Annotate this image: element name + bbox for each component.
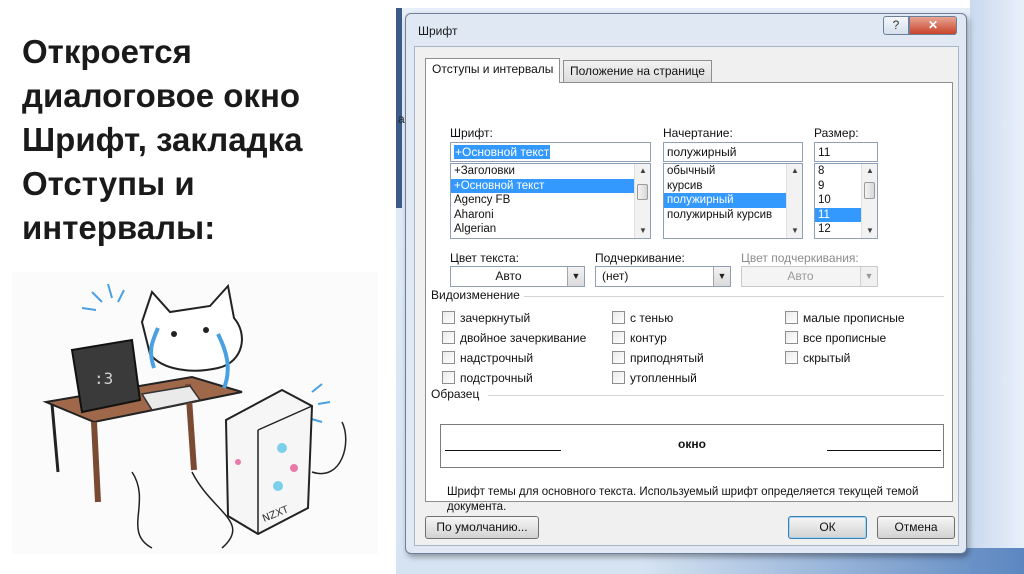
style-label: Начертание: xyxy=(663,126,733,140)
sample-title: Образец xyxy=(431,387,480,401)
small-caps-label[interactable]: малые прописные xyxy=(803,311,905,325)
style-list-item[interactable]: полужирный курсив xyxy=(664,208,802,223)
underline-color-dropdown[interactable]: Авто ▼ xyxy=(741,266,878,287)
scroll-up-icon[interactable]: ▲ xyxy=(862,164,877,178)
style-list-item-selected[interactable]: полужирный xyxy=(664,193,802,208)
scroll-down-icon[interactable]: ▼ xyxy=(862,224,877,238)
hidden-label[interactable]: скрытый xyxy=(803,351,850,365)
underline-label: Подчеркивание: xyxy=(595,251,685,265)
font-field-value: +Основной текст xyxy=(454,145,551,159)
font-label: Шрифт: xyxy=(450,126,493,140)
scroll-down-icon[interactable]: ▼ xyxy=(635,224,650,238)
font-list-item[interactable]: Aharoni xyxy=(451,208,650,223)
double-strikethrough-checkbox[interactable] xyxy=(442,331,455,344)
chevron-down-icon[interactable]: ▼ xyxy=(567,267,584,286)
superscript-label[interactable]: надстрочный xyxy=(460,351,533,365)
background-window-edge xyxy=(396,8,402,208)
background-slide-decoration xyxy=(970,0,1024,574)
slide-caption: Откроется диалоговое окно Шрифт, закладк… xyxy=(22,30,352,250)
all-caps-checkbox[interactable] xyxy=(785,331,798,344)
cat-computer-drawing: :3 NZXT xyxy=(42,283,347,549)
scroll-up-icon[interactable]: ▲ xyxy=(635,164,650,178)
chevron-down-icon[interactable]: ▼ xyxy=(713,267,730,286)
set-default-button[interactable]: По умолчанию... xyxy=(425,516,539,539)
strikethrough-label[interactable]: зачеркнутый xyxy=(460,311,530,325)
font-list-scrollbar[interactable]: ▲ ▼ xyxy=(634,164,650,238)
slide-caption-line: диалоговое окно xyxy=(22,77,301,114)
shadow-checkbox[interactable] xyxy=(612,311,625,324)
style-list-item[interactable]: обычный xyxy=(664,164,802,179)
outline-checkbox[interactable] xyxy=(612,331,625,344)
superscript-checkbox[interactable] xyxy=(442,351,455,364)
theme-font-note: Шрифт темы для основного текста. Использ… xyxy=(447,486,919,513)
style-list-item[interactable]: курсив xyxy=(664,179,802,194)
font-list-item[interactable]: Algerian xyxy=(451,222,650,237)
scroll-down-icon[interactable]: ▼ xyxy=(787,224,802,238)
scroll-thumb[interactable] xyxy=(637,184,648,200)
slide-caption-line: Откроется xyxy=(22,33,192,70)
font-list-item[interactable]: Agency FB xyxy=(451,193,650,208)
font-color-dropdown[interactable]: Авто ▼ xyxy=(450,266,585,287)
tab-page-position[interactable]: Положение на странице xyxy=(563,60,712,82)
chevron-down-icon[interactable]: ▼ xyxy=(860,267,877,286)
double-strikethrough-label[interactable]: двойное зачеркивание xyxy=(460,331,586,345)
help-button[interactable]: ? xyxy=(883,16,909,35)
tab-indents-intervals[interactable]: Отступы и интервалы xyxy=(425,58,561,83)
effects-title: Видоизменение xyxy=(431,288,520,302)
background-document-glyph: а xyxy=(398,112,405,126)
font-list-item[interactable]: +Заголовки xyxy=(451,164,650,179)
ok-button[interactable]: ОК xyxy=(788,516,867,539)
subscript-label[interactable]: подстрочный xyxy=(460,371,533,385)
size-list-scrollbar[interactable]: ▲ ▼ xyxy=(861,164,877,238)
scroll-thumb[interactable] xyxy=(864,182,875,199)
sample-text: окно xyxy=(678,437,706,451)
svg-text::3: :3 xyxy=(94,369,113,388)
shadow-label[interactable]: с тенью xyxy=(630,311,673,325)
emboss-checkbox[interactable] xyxy=(612,351,625,364)
dialog-title: Шрифт xyxy=(418,24,458,38)
emboss-label[interactable]: приподнятый xyxy=(630,351,704,365)
style-list[interactable]: обычный курсив полужирный полужирный кур… xyxy=(663,163,803,239)
size-label: Размер: xyxy=(814,126,859,140)
underline-dropdown[interactable]: (нет) ▼ xyxy=(595,266,731,287)
cat-computer-illustration: :3 NZXT xyxy=(12,272,378,554)
style-field[interactable]: полужирный xyxy=(663,142,803,162)
size-field[interactable]: 11 xyxy=(814,142,878,162)
font-dialog: Шрифт ? ✕ Отступы и интервалы Положение … xyxy=(405,13,967,554)
slide-caption-line: Отступы и xyxy=(22,165,195,202)
hidden-checkbox[interactable] xyxy=(785,351,798,364)
strikethrough-checkbox[interactable] xyxy=(442,311,455,324)
engrave-label[interactable]: утопленный xyxy=(630,371,697,385)
sample-preview: окно xyxy=(440,424,944,468)
subscript-checkbox[interactable] xyxy=(442,371,455,384)
font-list-item-selected[interactable]: +Основной текст xyxy=(451,178,650,193)
style-list-scrollbar[interactable]: ▲ ▼ xyxy=(786,164,802,238)
slide-caption-line: Шрифт, закладка xyxy=(22,121,303,158)
close-button[interactable]: ✕ xyxy=(909,16,957,35)
dialog-client-area: Отступы и интервалы Положение на страниц… xyxy=(414,46,959,546)
dialog-titlebar[interactable]: Шрифт ? ✕ xyxy=(406,14,966,46)
group-divider xyxy=(488,395,944,396)
group-divider xyxy=(524,296,944,297)
font-color-value: Авто xyxy=(495,269,522,283)
font-color-label: Цвет текста: xyxy=(450,251,520,265)
underline-color-value: Авто xyxy=(787,269,814,283)
font-list[interactable]: +Заголовки +Основной текст Agency FB Aha… xyxy=(450,163,651,239)
font-field[interactable]: +Основной текст xyxy=(450,142,651,162)
outline-label[interactable]: контур xyxy=(630,331,667,345)
underline-value: (нет) xyxy=(602,269,629,283)
underline-color-label: Цвет подчеркивания: xyxy=(741,251,859,265)
all-caps-label[interactable]: все прописные xyxy=(803,331,886,345)
cancel-button[interactable]: Отмена xyxy=(877,516,955,539)
scroll-up-icon[interactable]: ▲ xyxy=(787,164,802,178)
slide-caption-line: интервалы: xyxy=(22,209,216,246)
engrave-checkbox[interactable] xyxy=(612,371,625,384)
small-caps-checkbox[interactable] xyxy=(785,311,798,324)
size-list[interactable]: 8 9 10 11 12 ▲ ▼ xyxy=(814,163,878,239)
